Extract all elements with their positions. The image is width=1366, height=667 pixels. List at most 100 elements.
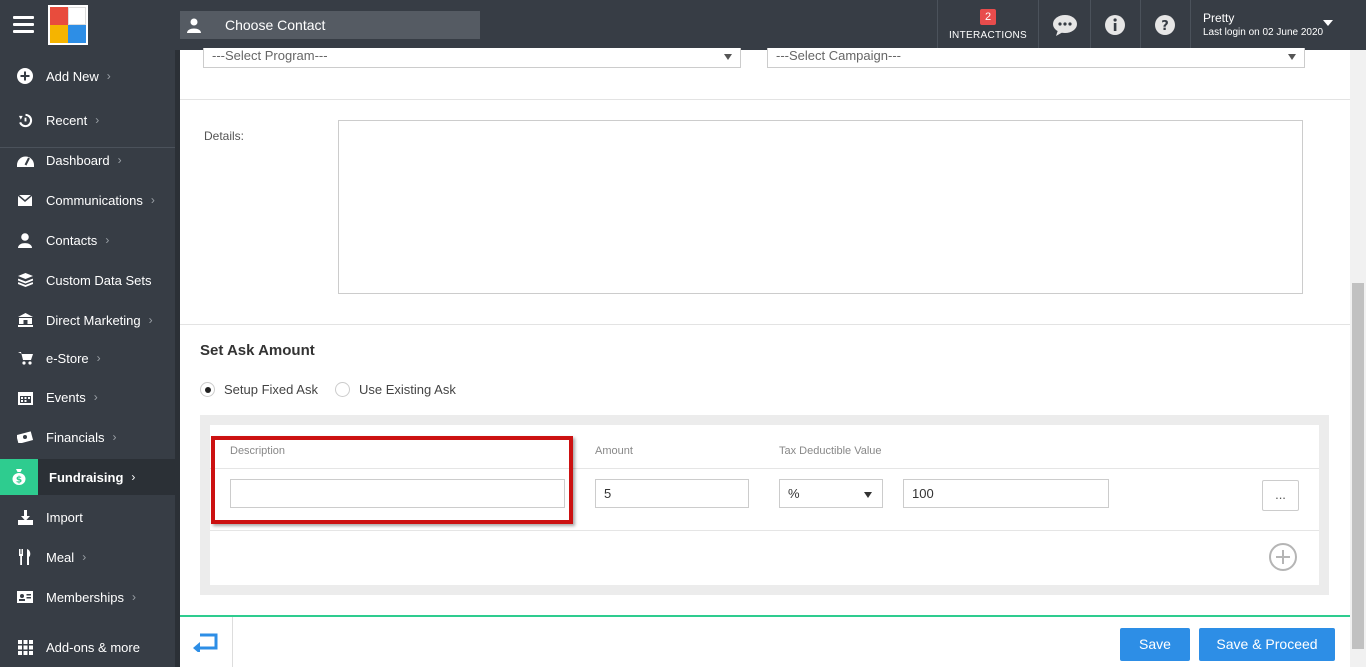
sidebar-item-label: Direct Marketing xyxy=(46,312,141,328)
caret-down-icon[interactable] xyxy=(1323,20,1333,26)
footer-bar: Save Save & Proceed xyxy=(180,615,1350,667)
sidebar-item-add-ons[interactable]: Add-ons & more xyxy=(0,629,175,665)
sidebar-item-label: Fundraising xyxy=(49,469,124,485)
sidebar-item-label: Import xyxy=(46,509,83,525)
divider xyxy=(210,530,1319,531)
download-icon xyxy=(16,508,34,526)
top-bar: Choose Contact 2 INTERACTIONS ? Pretty L… xyxy=(0,0,1366,50)
chat-icon[interactable] xyxy=(1040,0,1090,50)
person-icon xyxy=(16,231,34,249)
choose-contact-field[interactable]: Choose Contact xyxy=(180,11,480,39)
interactions-count-badge: 2 xyxy=(980,9,996,25)
chevron-right-icon: › xyxy=(131,470,136,484)
last-login: Last login on 02 June 2020 xyxy=(1203,27,1324,38)
interactions-button[interactable]: 2 INTERACTIONS xyxy=(938,0,1038,50)
campaign-select[interactable]: ---Select Campaign--- xyxy=(767,48,1305,68)
sidebar-item-label: Events xyxy=(46,389,86,405)
menu-icon[interactable] xyxy=(13,16,34,34)
divider xyxy=(1190,0,1191,50)
sidebar-item-label: e-Store xyxy=(46,350,89,366)
chevron-right-icon: › xyxy=(132,590,137,604)
sidebar-item-direct-marketing[interactable]: Direct Marketing › xyxy=(0,302,175,338)
radio-setup-fixed-ask[interactable]: Setup Fixed Ask xyxy=(200,382,318,397)
sidebar-item-communications[interactable]: Communications › xyxy=(0,182,175,218)
more-options-button[interactable]: ... xyxy=(1262,480,1299,511)
dashboard-icon xyxy=(16,151,34,169)
highlight-box xyxy=(211,436,573,524)
program-select[interactable]: ---Select Program--- xyxy=(203,48,741,68)
sidebar-item-label: Communications xyxy=(46,192,143,208)
chevron-right-icon: › xyxy=(106,69,111,83)
divider xyxy=(1038,0,1039,50)
layers-icon xyxy=(16,271,34,289)
save-proceed-button[interactable]: Save & Proceed xyxy=(1199,628,1335,661)
chevron-down-icon xyxy=(1288,54,1296,60)
tax-value-input[interactable]: 100 xyxy=(903,479,1109,508)
save-button[interactable]: Save xyxy=(1120,628,1190,661)
sidebar-item-e-store[interactable]: e-Store › xyxy=(0,340,175,376)
sidebar-item-label: Add New xyxy=(46,68,99,84)
envelope-icon xyxy=(16,191,34,209)
sidebar-item-memberships[interactable]: Memberships › xyxy=(0,579,175,615)
chevron-right-icon: › xyxy=(82,550,87,564)
back-button[interactable] xyxy=(180,617,233,667)
sidebar-item-events[interactable]: Events › xyxy=(0,379,175,415)
app-logo[interactable] xyxy=(48,5,88,45)
sidebar-item-label: Memberships xyxy=(46,589,125,605)
sidebar-item-import[interactable]: Import xyxy=(0,499,175,535)
sidebar-item-contacts[interactable]: Contacts › xyxy=(0,222,175,258)
interactions-label: INTERACTIONS xyxy=(948,30,1028,41)
chevron-right-icon: › xyxy=(148,313,153,327)
section-title: Set Ask Amount xyxy=(200,342,315,359)
chevron-right-icon: › xyxy=(93,390,98,404)
person-icon xyxy=(180,11,208,39)
chevron-down-icon xyxy=(864,492,872,498)
return-arrow-icon xyxy=(193,633,218,652)
page-scrollbar-thumb[interactable] xyxy=(1352,283,1364,649)
sidebar-item-label: Contacts xyxy=(46,232,98,248)
sidebar-item-label: Meal xyxy=(46,549,75,565)
radio-label: Setup Fixed Ask xyxy=(224,382,318,397)
divider xyxy=(180,324,1350,325)
svg-text:?: ? xyxy=(1161,19,1169,34)
divider xyxy=(180,99,1350,100)
sidebar-item-dashboard[interactable]: Dashboard › xyxy=(0,142,175,178)
sidebar-item-add-new[interactable]: Add New › xyxy=(0,58,175,94)
sidebar-item-custom-data-sets[interactable]: Custom Data Sets xyxy=(0,262,175,298)
chevron-right-icon: › xyxy=(95,113,100,127)
details-label: Details: xyxy=(204,129,245,143)
details-textarea[interactable] xyxy=(338,120,1303,294)
sidebar-item-recent[interactable]: Recent › xyxy=(0,102,175,138)
info-icon[interactable] xyxy=(1090,0,1140,50)
amount-input[interactable]: 5 xyxy=(595,479,749,508)
sidebar-item-fundraising[interactable]: $ Fundraising › xyxy=(0,459,175,495)
program-select-value: ---Select Program--- xyxy=(212,48,328,63)
radio-checked-icon xyxy=(200,382,215,397)
user-menu[interactable]: Pretty Last login on 02 June 2020 xyxy=(1203,11,1323,38)
money-icon xyxy=(16,428,34,446)
chevron-right-icon: › xyxy=(150,193,155,207)
chevron-down-icon xyxy=(724,54,732,60)
radio-use-existing-ask[interactable]: Use Existing Ask xyxy=(335,382,456,397)
main-content: ---Select Program--- ---Select Campaign-… xyxy=(180,48,1350,615)
sidebar-item-label: Dashboard xyxy=(46,152,110,168)
help-icon[interactable]: ? xyxy=(1140,0,1190,50)
bank-icon xyxy=(16,311,34,329)
user-name: Pretty xyxy=(1203,11,1235,25)
calendar-icon xyxy=(16,388,34,406)
sidebar-item-financials[interactable]: Financials › xyxy=(0,419,175,455)
sidebar-item-label: Recent xyxy=(46,112,88,128)
grid-icon xyxy=(16,638,34,656)
sidebar-item-meal[interactable]: Meal › xyxy=(0,539,175,575)
sidebar-item-label: Custom Data Sets xyxy=(46,272,152,288)
money-bag-icon: $ xyxy=(0,459,38,495)
sidebar-item-label: Financials xyxy=(46,429,105,445)
chevron-right-icon: › xyxy=(117,153,122,167)
tax-type-select[interactable]: % xyxy=(779,479,883,508)
history-icon xyxy=(16,111,34,129)
column-header-amount: Amount xyxy=(595,445,633,457)
choose-contact-label: Choose Contact xyxy=(225,17,326,33)
add-row-icon[interactable] xyxy=(1269,543,1297,571)
chevron-right-icon: › xyxy=(96,351,101,365)
column-header-tax-deductible: Tax Deductible Value xyxy=(779,445,882,457)
